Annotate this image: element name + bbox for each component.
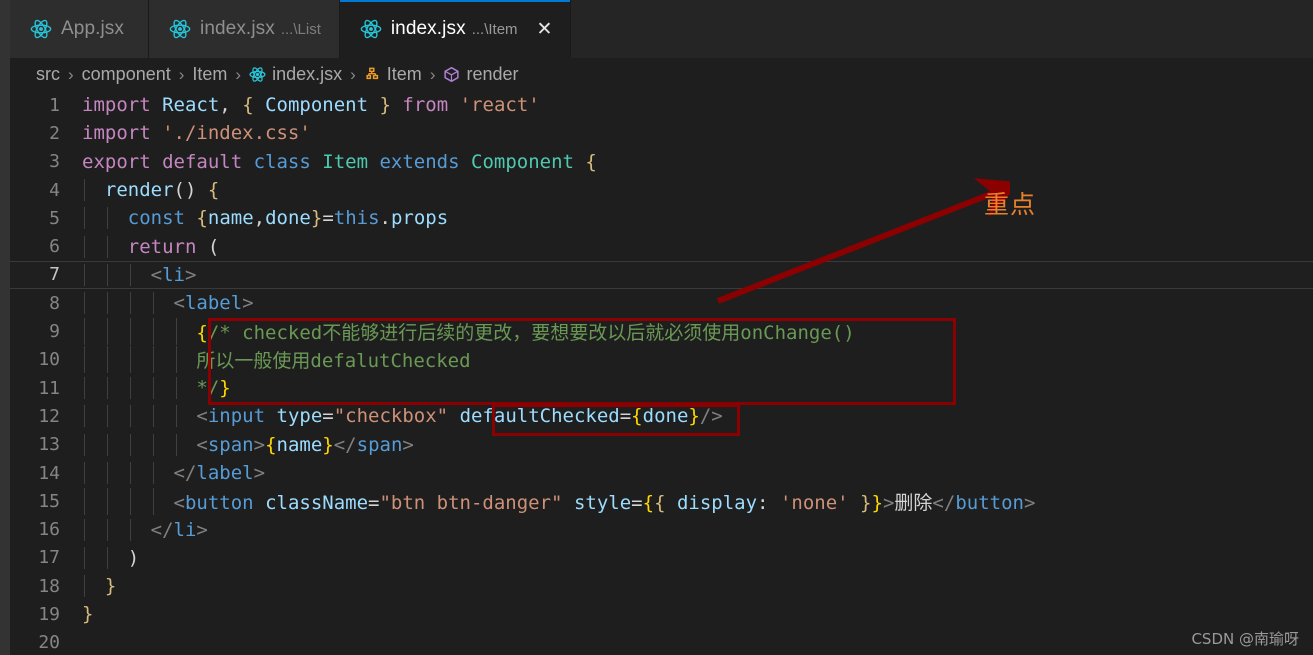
breadcrumb-item-src[interactable]: src bbox=[36, 64, 60, 85]
line-content: render() { bbox=[82, 179, 219, 202]
code-line: 14 </label> bbox=[10, 459, 1313, 487]
code-line: 18 } bbox=[10, 572, 1313, 600]
chevron-right-icon: › bbox=[178, 64, 185, 84]
activity-bar-strip bbox=[0, 0, 10, 655]
breadcrumb-label: render bbox=[466, 64, 519, 84]
editor-tab-bar: App.jsx index.jsx ...\List index.jsx ...… bbox=[10, 0, 1313, 58]
watermark: CSDN @南瑜呀 bbox=[1191, 630, 1299, 648]
line-content: } bbox=[82, 603, 94, 626]
line-content: */} bbox=[82, 377, 231, 400]
code-line: 10 所以一般使用defalutChecked bbox=[10, 346, 1313, 374]
code-line: 12 <input type="checkbox" defaultChecked… bbox=[10, 402, 1313, 430]
line-content: </li> bbox=[82, 518, 208, 541]
line-number: 4 bbox=[49, 179, 60, 201]
react-icon bbox=[169, 18, 191, 40]
code-line: 3 export default class Item extends Comp… bbox=[10, 148, 1313, 176]
line-content: <button className="btn btn-danger" style… bbox=[82, 487, 1035, 515]
line-number: 18 bbox=[38, 575, 60, 597]
line-content: </label> bbox=[82, 462, 265, 484]
close-icon[interactable]: ✕ bbox=[537, 20, 553, 39]
breadcrumb: src › component › Item › index.jsx › Ite… bbox=[10, 58, 1313, 91]
code-line: 19 } bbox=[10, 600, 1313, 628]
tab-app-jsx[interactable]: App.jsx bbox=[10, 0, 150, 58]
line-number: 15 bbox=[38, 490, 60, 512]
tab-index-jsx-list[interactable]: index.jsx ...\List bbox=[149, 0, 340, 58]
breadcrumb-label: src bbox=[36, 64, 60, 84]
line-number: 11 bbox=[38, 377, 60, 399]
react-icon bbox=[30, 18, 52, 40]
annotation-label: 重点 bbox=[984, 190, 1037, 219]
breadcrumb-label: Item bbox=[386, 64, 422, 84]
react-icon bbox=[360, 18, 382, 40]
code-line: 15 <button className="btn btn-danger" st… bbox=[10, 487, 1313, 515]
line-content: ) bbox=[82, 546, 139, 569]
line-content: {/* checked不能够进行后续的更改，要想要改以后就必须使用onChang… bbox=[82, 318, 855, 346]
line-content: <li> bbox=[82, 263, 196, 286]
line-number: 20 bbox=[38, 632, 60, 654]
line-number: 3 bbox=[49, 151, 60, 173]
line-content: import './index.css' bbox=[82, 122, 311, 145]
breadcrumb-label: index.jsx bbox=[272, 64, 343, 84]
line-number: 14 bbox=[38, 462, 60, 484]
method-symbol-icon bbox=[443, 66, 460, 83]
breadcrumb-label: component bbox=[81, 64, 171, 84]
code-line: 11 */} bbox=[10, 374, 1313, 402]
line-number: 13 bbox=[38, 434, 60, 456]
line-number: 7 bbox=[49, 264, 60, 286]
code-editor[interactable]: 1 import React, { Component } from 'reac… bbox=[10, 91, 1313, 655]
code-line: 16 </li> bbox=[10, 515, 1313, 543]
tab-index-jsx-item[interactable]: index.jsx ...\Item ✕ bbox=[339, 0, 572, 58]
breadcrumb-item-component[interactable]: component bbox=[82, 64, 171, 85]
line-number: 1 bbox=[49, 94, 60, 116]
breadcrumb-item-index-jsx[interactable]: index.jsx bbox=[249, 64, 342, 85]
line-number: 10 bbox=[38, 349, 60, 371]
line-content: return ( bbox=[82, 235, 219, 258]
react-icon bbox=[249, 66, 266, 83]
tab-label: index.jsx bbox=[200, 18, 275, 39]
tab-description: ...\List bbox=[280, 20, 321, 38]
code-line: 9 {/* checked不能够进行后续的更改，要想要改以后就必须使用onCha… bbox=[10, 317, 1313, 346]
code-line: 4 render() { bbox=[10, 176, 1313, 204]
line-content: export default class Item extends Compon… bbox=[82, 150, 597, 173]
line-number: 6 bbox=[49, 236, 60, 258]
tab-label: index.jsx bbox=[390, 18, 466, 39]
line-content: 所以一般使用defalutChecked bbox=[82, 346, 471, 374]
code-line: 1 import React, { Component } from 'reac… bbox=[10, 91, 1313, 119]
line-content: <input type="checkbox" defaultChecked={d… bbox=[82, 405, 723, 428]
code-line: 20 bbox=[10, 629, 1313, 655]
code-line: 8 <label> bbox=[10, 289, 1313, 317]
line-content: <label> bbox=[82, 292, 254, 315]
line-number: 5 bbox=[49, 207, 60, 229]
line-number: 8 bbox=[49, 292, 60, 314]
line-number: 19 bbox=[38, 603, 60, 625]
chevron-right-icon: › bbox=[350, 64, 356, 84]
code-line-current: 7 <li> bbox=[10, 260, 1313, 290]
line-number: 9 bbox=[49, 321, 60, 343]
code-line: 13 <span>{name}</span> bbox=[10, 431, 1313, 459]
code-line: 2 import './index.css' bbox=[10, 119, 1313, 147]
class-symbol-icon bbox=[364, 66, 381, 83]
tab-label: App.jsx bbox=[61, 18, 125, 39]
code-line: 5 const {name,done}=this.props bbox=[10, 204, 1313, 232]
line-content: const {name,done}=this.props bbox=[82, 207, 448, 230]
breadcrumb-item-method-render[interactable]: render bbox=[443, 64, 519, 85]
code-line: 17 ) bbox=[10, 544, 1313, 572]
line-content: } bbox=[82, 575, 116, 598]
chevron-right-icon: › bbox=[68, 64, 74, 84]
tab-description: ...\Item bbox=[471, 20, 518, 38]
chevron-right-icon: › bbox=[235, 64, 242, 84]
line-content: import React, { Component } from 'react' bbox=[82, 94, 540, 117]
line-number: 16 bbox=[38, 519, 60, 541]
code-line: 6 return ( bbox=[10, 232, 1313, 260]
chevron-right-icon: › bbox=[429, 64, 436, 84]
breadcrumb-item-item-folder[interactable]: Item bbox=[192, 64, 227, 85]
breadcrumb-label: Item bbox=[192, 64, 228, 84]
line-number: 12 bbox=[38, 405, 60, 427]
line-number: 17 bbox=[38, 547, 60, 569]
line-number: 2 bbox=[49, 122, 60, 144]
breadcrumb-item-class-item[interactable]: Item bbox=[364, 64, 422, 85]
line-content: <span>{name}</span> bbox=[82, 433, 414, 456]
